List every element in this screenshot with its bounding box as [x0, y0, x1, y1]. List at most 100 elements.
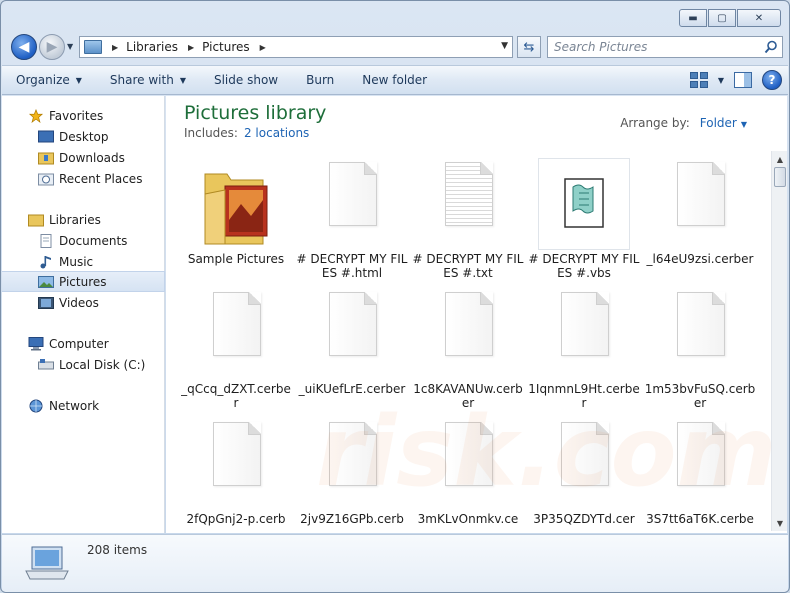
arrange-by: Arrange by: Folder ▼: [620, 116, 747, 130]
file-item[interactable]: # DECRYPT MY FILES #.vbs: [528, 156, 640, 286]
chevron-right-icon[interactable]: ▶: [112, 43, 118, 52]
item-count: 208 items: [87, 543, 148, 557]
file-name: _uiKUefLrE.cerber: [298, 382, 406, 396]
file-name: 2fQpGnj2-p.cerb: [186, 512, 286, 526]
nav-local-disk[interactable]: Local Disk (C:): [2, 354, 165, 375]
command-bar: Organize ▼ Share with ▼ Slide show Burn Ne…: [2, 65, 788, 95]
close-button[interactable]: ✕: [737, 9, 781, 27]
file-item[interactable]: 3S7tt6aT6K.cerbe: [644, 416, 756, 533]
file-item[interactable]: Sample Pictures: [180, 156, 292, 286]
help-icon: ?: [768, 73, 776, 87]
includes-label: Includes:: [184, 126, 238, 140]
arrow-left-icon: ◀: [18, 39, 30, 55]
arrow-right-icon: ▶: [46, 39, 58, 55]
minimize-button[interactable]: ▬: [679, 9, 707, 27]
file-item[interactable]: # DECRYPT MY FILES #.html: [296, 156, 408, 286]
scroll-up-icon[interactable]: ▲: [772, 151, 788, 167]
file-item[interactable]: _uiKUefLrE.cerber: [296, 286, 408, 416]
file-item[interactable]: _qCcq_dZXT.cerber: [180, 286, 292, 416]
nav-desktop-label: Desktop: [59, 129, 109, 144]
slide-show-button[interactable]: Slide show: [200, 73, 292, 87]
nav-desktop[interactable]: Desktop: [2, 126, 165, 147]
nav-videos[interactable]: Videos: [2, 292, 165, 313]
recent-pages-dropdown[interactable]: ▼: [67, 42, 73, 51]
view-options-dropdown[interactable]: ▼: [718, 76, 724, 85]
nav-network[interactable]: Network: [2, 395, 165, 416]
file-item[interactable]: 2fQpGnj2-p.cerb: [180, 416, 292, 533]
arrange-by-dropdown[interactable]: Folder: [700, 116, 737, 130]
nav-recent-label: Recent Places: [59, 171, 143, 186]
music-icon: [40, 255, 51, 268]
back-button[interactable]: ◀: [11, 34, 37, 60]
file-item[interactable]: 3P35QZDYTd.cer: [528, 416, 640, 533]
file-name: 3mKLvOnmkv.ce: [417, 512, 519, 526]
nav-libraries[interactable]: Libraries: [2, 209, 165, 230]
file-icon: [433, 420, 503, 510]
file-item[interactable]: 3mKLvOnmkv.ce: [412, 416, 524, 533]
address-dropdown[interactable]: ▼: [501, 41, 508, 51]
file-item[interactable]: 1c8KAVANUw.cerber: [412, 286, 524, 416]
vertical-scrollbar[interactable]: ▲ ▼: [771, 151, 787, 531]
chevron-right-icon[interactable]: ▶: [188, 43, 194, 52]
file-item[interactable]: # DECRYPT MY FILES #.txt: [412, 156, 524, 286]
burn-button[interactable]: Burn: [292, 73, 348, 87]
help-button[interactable]: ?: [762, 70, 782, 90]
downloads-folder-icon: [38, 152, 54, 164]
documents-icon: [40, 233, 52, 248]
nav-computer[interactable]: Computer: [2, 333, 165, 354]
laptop-icon: [25, 546, 69, 580]
search-input[interactable]: Search Pictures: [547, 36, 783, 58]
nav-pictures-label: Pictures: [59, 274, 107, 289]
file-icon: [665, 160, 735, 250]
nav-music[interactable]: Music: [2, 251, 165, 272]
file-icon: [201, 290, 271, 380]
nav-favorites[interactable]: Favorites: [2, 105, 165, 126]
nav-downloads[interactable]: Downloads: [2, 147, 165, 168]
change-view-icon[interactable]: [689, 72, 708, 88]
chevron-right-icon[interactable]: ▶: [260, 43, 266, 52]
html-file-icon: [317, 160, 387, 250]
file-item[interactable]: 2jv9Z16GPb.cerb: [296, 416, 408, 533]
scroll-thumb[interactable]: [774, 167, 786, 187]
file-item[interactable]: 1IqnmnL9Ht.cerber: [528, 286, 640, 416]
refresh-icon: ⇆: [523, 39, 535, 55]
vbs-script-icon: [538, 158, 630, 250]
share-with-button[interactable]: Share with ▼: [96, 73, 200, 87]
star-icon: [28, 108, 44, 123]
command-bar-right: ▼ ?: [689, 70, 782, 90]
new-folder-button[interactable]: New folder: [348, 73, 441, 87]
nav-pictures[interactable]: Pictures: [2, 271, 165, 292]
breadcrumb-libraries[interactable]: Libraries: [126, 40, 178, 54]
preview-pane-icon[interactable]: [734, 72, 752, 88]
search-icon[interactable]: [764, 40, 778, 54]
chevron-down-icon[interactable]: ▼: [741, 120, 747, 129]
nav-local-disk-label: Local Disk (C:): [59, 357, 146, 372]
file-icon: [317, 290, 387, 380]
maximize-button[interactable]: ▢: [708, 9, 736, 27]
computer-icon: [28, 336, 44, 350]
forward-button[interactable]: ▶: [39, 34, 65, 60]
pictures-icon: [38, 275, 54, 288]
breadcrumb-pictures[interactable]: Pictures: [202, 40, 250, 54]
locations-link[interactable]: 2 locations: [244, 126, 309, 140]
library-includes: Includes: 2 locations: [184, 126, 309, 140]
organize-button[interactable]: Organize ▼: [2, 73, 96, 87]
file-item[interactable]: _l64eU9zsi.cerber: [644, 156, 756, 286]
file-item[interactable]: 1m53bvFuSQ.cerber: [644, 286, 756, 416]
file-name: _l64eU9zsi.cerber: [646, 252, 754, 266]
desktop-icon: [38, 130, 54, 142]
file-icon: [317, 420, 387, 510]
videos-icon: [38, 296, 54, 309]
nav-documents-label: Documents: [59, 233, 128, 248]
refresh-button[interactable]: ⇆: [517, 36, 541, 58]
nav-recent-places[interactable]: Recent Places: [2, 168, 165, 189]
file-grid: Sample Pictures # DECRYPT MY FILES #.htm…: [180, 156, 765, 533]
file-name: # DECRYPT MY FILES #.html: [296, 252, 408, 280]
maximize-icon: ▢: [717, 12, 727, 24]
burn-label: Burn: [306, 73, 335, 87]
scroll-down-icon[interactable]: ▼: [772, 515, 788, 531]
chevron-down-icon: ▼: [75, 75, 82, 85]
address-bar[interactable]: ▶ Libraries ▶ Pictures ▶ ▼: [79, 36, 513, 58]
nav-videos-label: Videos: [59, 295, 99, 310]
nav-documents[interactable]: Documents: [2, 230, 165, 251]
